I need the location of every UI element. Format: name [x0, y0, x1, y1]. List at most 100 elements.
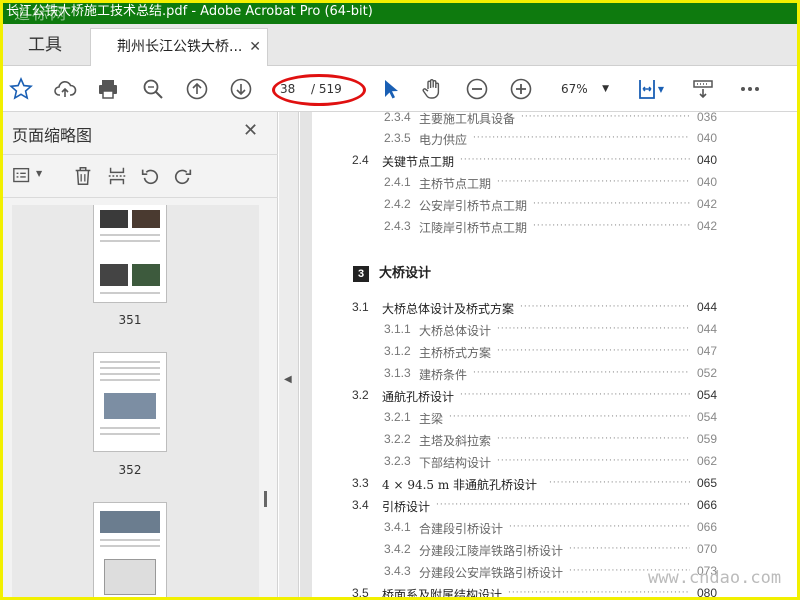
- toc-leader-dots: ········································…: [497, 177, 690, 187]
- toc-leader-dots: ········································…: [569, 544, 690, 554]
- select-tool-button[interactable]: [377, 76, 403, 102]
- thumbnail-list[interactable]: 351 352: [12, 205, 259, 600]
- toc-entry-title: 主塔及斜拉索: [419, 434, 492, 448]
- upload-cloud-button[interactable]: [52, 76, 78, 102]
- minus-circle-icon: [466, 78, 488, 100]
- page-thumbnail[interactable]: [93, 502, 167, 600]
- toc-entry[interactable]: 3.4 引桥设计 ·································…: [312, 498, 717, 514]
- page-thumbnail[interactable]: [93, 352, 167, 452]
- zoom-level-select[interactable]: 67% ▼: [555, 78, 611, 100]
- scrollbar-thumb[interactable]: [264, 491, 267, 507]
- toc-entry[interactable]: 3.1.2 主桥桥式方案 ·····························…: [312, 344, 717, 360]
- toc-entry-number: 3.5: [352, 586, 369, 600]
- toc-entry-number: 3.2.3: [384, 454, 411, 468]
- thumbnail-text-line: [100, 361, 160, 363]
- close-pane-icon[interactable]: ✕: [243, 120, 258, 141]
- toc-entry[interactable]: 3.2 通航孔桥设计 ·······························…: [312, 388, 717, 404]
- next-page-button[interactable]: [228, 76, 254, 102]
- toc-entry-page: 047: [696, 344, 717, 358]
- highlight-annotation-oval: [272, 74, 366, 106]
- main-toolbar: 38 / 519 67% ▼ ▼: [0, 66, 800, 112]
- close-tab-icon[interactable]: ✕: [249, 29, 261, 65]
- toc-entry-page: 044: [696, 322, 717, 336]
- toc-entry-page: 054: [696, 410, 717, 424]
- delete-page-button[interactable]: [72, 165, 96, 189]
- toc-entry[interactable]: 3.2.1 主梁 ·································…: [312, 410, 717, 426]
- toc-entry[interactable]: 3.4.1 合建段引桥设计 ····························…: [312, 520, 717, 536]
- bookmark-star-button[interactable]: [8, 76, 34, 102]
- thumbnail-label: 352: [118, 463, 142, 477]
- toc-entry-title: 下部结构设计: [419, 456, 492, 470]
- pane-splitter[interactable]: ◀: [279, 112, 299, 600]
- toc-entry[interactable]: 3.3 4 × 94.5 m 非通航孔桥设计 ···················…: [312, 476, 717, 492]
- tab-tools[interactable]: 工具: [0, 24, 90, 66]
- toc-entry-number: 2.4.3: [384, 219, 411, 233]
- toc-entry[interactable]: 3.2.3 下部结构设计 ·····························…: [312, 454, 717, 470]
- toc-entry-page: 042: [696, 197, 717, 211]
- hand-tool-button[interactable]: [419, 76, 445, 102]
- arrow-up-circle-icon: [186, 78, 208, 100]
- toc-entry-page: 066: [696, 520, 717, 534]
- chevron-down-icon[interactable]: ▼: [36, 169, 42, 178]
- pane-toolbar: ▼: [0, 154, 278, 198]
- toc-entry[interactable]: 3.4.2 分建段江陵岸铁路引桥设计 ·······················…: [312, 542, 717, 558]
- zoom-out-button[interactable]: [464, 76, 490, 102]
- toc-leader-dots: ········································…: [460, 390, 690, 400]
- rotate-counterclockwise-button[interactable]: [139, 165, 163, 189]
- more-tools-button[interactable]: [737, 76, 763, 102]
- previous-page-button[interactable]: [184, 76, 210, 102]
- rotate-right-icon: [174, 169, 192, 185]
- toc-entry-number: 2.3.4: [384, 112, 411, 124]
- tab-document[interactable]: 荆州长江公铁大桥... ✕: [90, 28, 268, 66]
- toc-entry[interactable]: 2.4 关键节点工期 ·······························…: [312, 153, 717, 169]
- toc-entry-title: 主要施工机具设备: [419, 112, 516, 126]
- toc-entry[interactable]: 2.4.1 主桥节点工期 ·····························…: [312, 175, 717, 191]
- thumbnail-photo: [132, 264, 160, 286]
- more-dots-icon: [741, 87, 759, 91]
- toc-entry-title: 大桥总体设计及桥式方案: [382, 302, 515, 316]
- thumbnail-text-line: [100, 427, 160, 429]
- document-view[interactable]: 3 大桥设计 2.3.4 主要施工机具设备 ·····················…: [300, 112, 800, 600]
- toc-entry[interactable]: 3.1 大桥总体设计及桥式方案 ··························…: [312, 300, 717, 316]
- scroll-mode-button[interactable]: [690, 76, 716, 102]
- toc-entry[interactable]: 3.1.1 大桥总体设计 ·····························…: [312, 322, 717, 338]
- toc-entry[interactable]: 2.4.3 江陵岸引桥节点工期 ··························…: [312, 219, 717, 235]
- thumbnail-options-button[interactable]: [12, 165, 36, 189]
- thumbnail-scrollbar[interactable]: [259, 205, 273, 600]
- toc-chapter-heading[interactable]: 3 大桥设计: [353, 262, 431, 282]
- toc-entry[interactable]: 3.1.3 建桥条件 ·······························…: [312, 366, 717, 382]
- thumbnail-text-line: [100, 433, 160, 435]
- zoom-in-button[interactable]: [508, 76, 534, 102]
- thumbnail-photo: [132, 210, 160, 228]
- toc-leader-dots: ········································…: [473, 133, 690, 143]
- toc-entry[interactable]: 2.4.2 公安岸引桥节点工期 ··························…: [312, 197, 717, 213]
- chapter-title: 大桥设计: [379, 265, 432, 280]
- toc-entry-title: 引桥设计: [382, 500, 431, 514]
- collapse-arrow-icon[interactable]: ◀: [284, 374, 292, 385]
- toc-leader-dots: ········································…: [436, 500, 690, 510]
- toc-entry-page: 080: [696, 586, 717, 600]
- toc-leader-dots: ········································…: [520, 302, 690, 312]
- extract-page-button[interactable]: [106, 165, 130, 189]
- toc-leader-dots: ········································…: [508, 588, 690, 598]
- thumbnail-photo: [100, 264, 128, 286]
- fit-options-dropdown[interactable]: ▼: [655, 76, 667, 102]
- toc-leader-dots: ········································…: [497, 324, 690, 334]
- find-button[interactable]: [140, 76, 166, 102]
- toc-entry-number: 3.1: [352, 300, 369, 314]
- trash-icon: [75, 167, 91, 185]
- thumbnail-pane: 页面缩略图 ✕ ▼ 351 352: [0, 112, 278, 600]
- toc-entry[interactable]: 2.3.4 主要施工机具设备 ···························…: [312, 112, 717, 126]
- toc-entry[interactable]: 3.2.2 主塔及斜拉索 ·····························…: [312, 432, 717, 448]
- toc-entry-page: 042: [696, 219, 717, 233]
- toc-entry[interactable]: 2.3.5 电力供应 ·······························…: [312, 131, 717, 147]
- toc-entry[interactable]: 3.5 桥面系及附属结构设计 ···························…: [312, 586, 717, 600]
- page-thumbnail[interactable]: [93, 205, 167, 303]
- toc-leader-dots: ········································…: [521, 112, 690, 122]
- toc-entry-title: 分建段公安岸铁路引桥设计: [419, 566, 564, 580]
- thumbnail-photo: [100, 511, 160, 533]
- print-button[interactable]: [95, 76, 121, 102]
- rotate-clockwise-button[interactable]: [172, 165, 196, 189]
- site-watermark: www.cndao.com: [648, 568, 782, 588]
- thumbnail-text-line: [100, 240, 160, 242]
